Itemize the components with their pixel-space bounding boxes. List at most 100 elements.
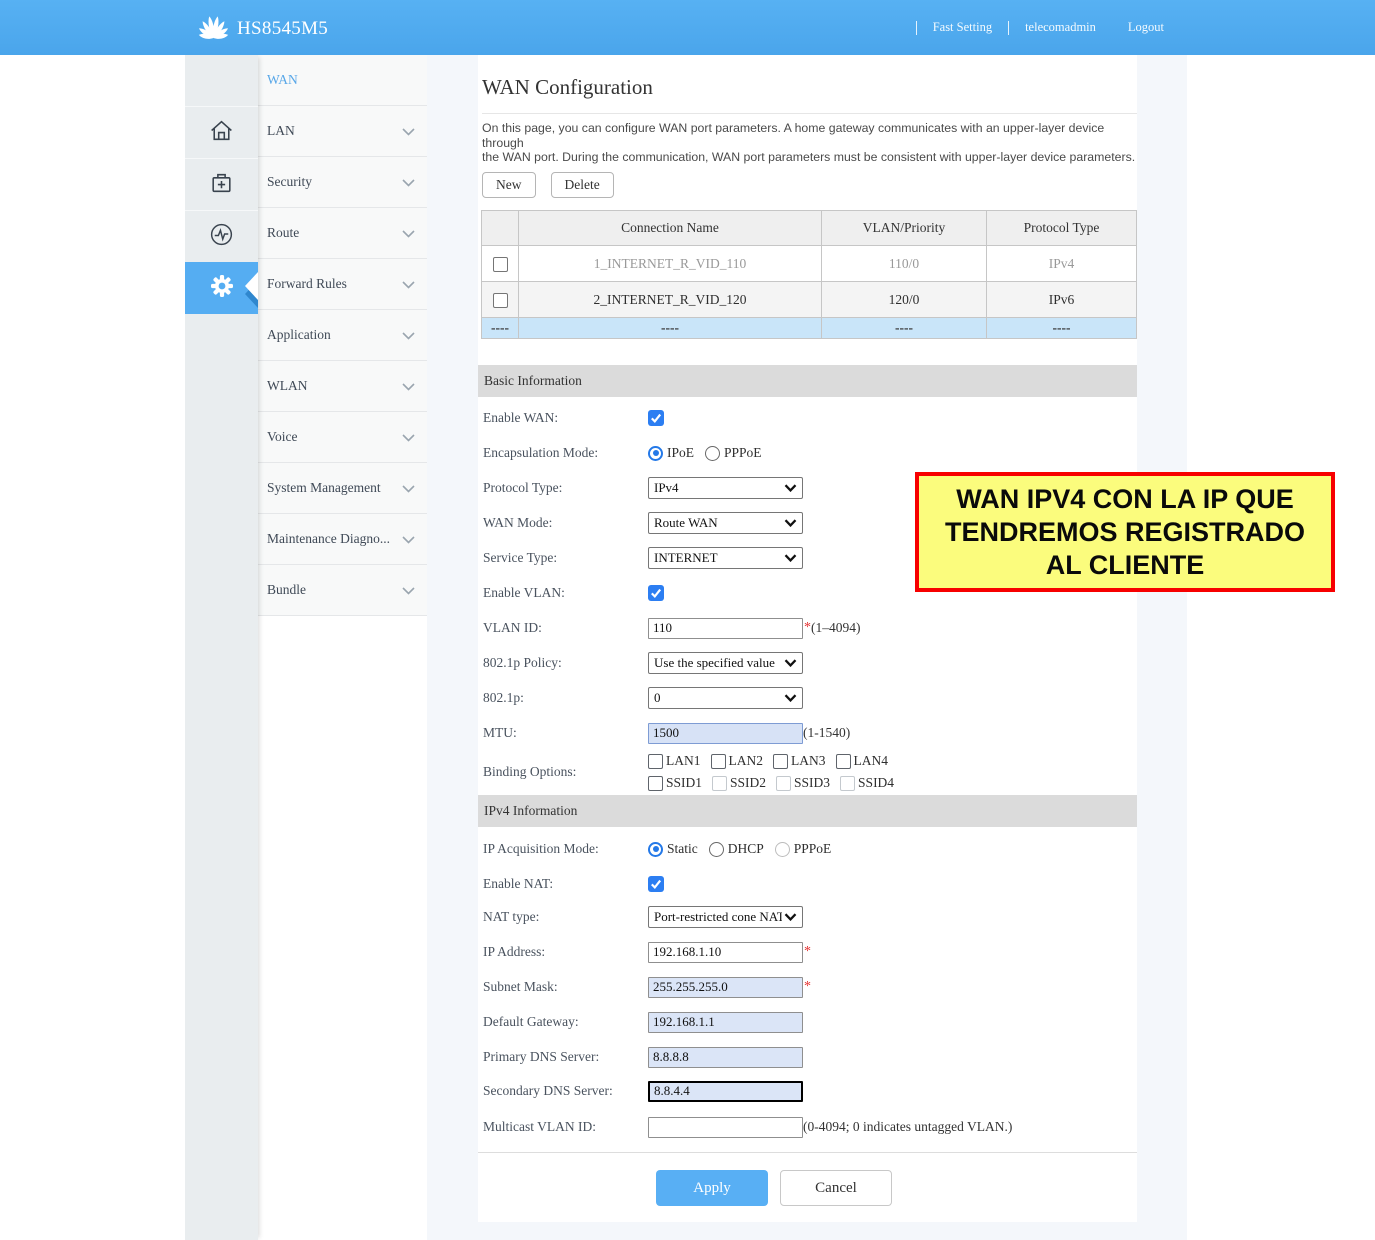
multicast-vlan-input[interactable]	[648, 1117, 803, 1138]
lan1-checkbox[interactable]	[648, 754, 663, 769]
field-8021p-policy: 802.1p Policy: Use the specified value	[478, 649, 1137, 677]
sidebar-item-maintenance-diagnose[interactable]: Maintenance Diagno...	[258, 514, 427, 565]
chevron-down-icon	[402, 123, 415, 141]
field-secondary-dns: Secondary DNS Server:	[478, 1077, 1137, 1105]
field-nat-type: NAT type: Port-restricted cone NAT	[478, 903, 1137, 931]
wan-mode-select[interactable]: Route WAN	[648, 512, 803, 534]
chevron-down-icon	[402, 174, 415, 192]
annotation-line: AL CLIENTE	[1046, 549, 1205, 582]
diagnose-nav-button[interactable]	[185, 210, 258, 262]
protocol-type-select[interactable]: IPv4	[648, 477, 803, 499]
app-header: HS8545M5 Fast Setting telecomadmin Logou…	[0, 0, 1375, 55]
enable-vlan-checkbox[interactable]	[648, 585, 664, 601]
select-chevron-icon	[784, 694, 797, 702]
required-asterisk: *	[804, 620, 811, 636]
home-nav-button[interactable]	[185, 106, 258, 158]
field-subnet-mask: Subnet Mask: *	[478, 973, 1137, 1001]
select-chevron-icon	[784, 659, 797, 667]
huawei-logo-icon	[197, 11, 230, 46]
header-nav: Fast Setting telecomadmin Logout	[916, 0, 1180, 55]
username-link[interactable]: telecomadmin	[1009, 20, 1112, 35]
subnet-mask-input[interactable]	[648, 977, 803, 998]
table-header-row: Connection Name VLAN/Priority Protocol T…	[482, 211, 1137, 246]
field-vlan-id: VLAN ID: * (1–4094)	[478, 614, 1137, 642]
select-chevron-icon	[784, 484, 797, 492]
sidebar-icon-rail	[185, 55, 258, 1240]
sidebar-item-bundle[interactable]: Bundle	[258, 565, 427, 616]
ssid3-checkbox[interactable]	[776, 776, 791, 791]
mtu-input[interactable]	[648, 723, 803, 744]
field-primary-dns: Primary DNS Server:	[478, 1043, 1137, 1071]
connection-name-header: Connection Name	[519, 211, 822, 246]
chevron-down-icon	[402, 378, 415, 396]
enable-wan-checkbox[interactable]	[648, 410, 664, 426]
field-enable-wan: Enable WAN:	[478, 404, 1137, 432]
chevron-down-icon	[402, 276, 415, 294]
connection-name-cell: 1_INTERNET_R_VID_110	[519, 246, 822, 282]
fast-setting-link[interactable]: Fast Setting	[917, 20, 1008, 35]
protocol-type-cell: IPv6	[987, 282, 1137, 318]
service-type-select[interactable]: INTERNET	[648, 547, 803, 569]
sidebar-item-forward-rules[interactable]: Forward Rules	[258, 259, 427, 310]
sidebar-item-wlan[interactable]: WLAN	[258, 361, 427, 412]
sidebar-item-route[interactable]: Route	[258, 208, 427, 259]
connection-name-cell: 2_INTERNET_R_VID_120	[519, 282, 822, 318]
pppoe-acquisition-radio[interactable]	[775, 842, 790, 857]
static-radio[interactable]	[648, 842, 663, 857]
8021p-policy-select[interactable]: Use the specified value	[648, 652, 803, 674]
8021p-select[interactable]: 0	[648, 687, 803, 709]
logout-link[interactable]: Logout	[1112, 20, 1180, 35]
enable-nat-checkbox[interactable]	[648, 876, 664, 892]
home-icon	[208, 117, 235, 149]
wan-configuration-panel: WAN Configuration On this page, you can …	[478, 55, 1137, 1222]
field-multicast-vlan-id: Multicast VLAN ID: (0-4094; 0 indicates …	[478, 1113, 1137, 1141]
sidebar-item-system-management[interactable]: System Management	[258, 463, 427, 514]
rail-spacer	[185, 55, 258, 106]
service-nav-button[interactable]	[185, 158, 258, 210]
field-encapsulation-mode: Encapsulation Mode: IPoE PPPoE	[478, 439, 1137, 467]
table-row: 1_INTERNET_R_VID_110 110/0 IPv4	[482, 246, 1137, 282]
lan2-checkbox[interactable]	[711, 754, 726, 769]
field-ip-address: IP Address: *	[478, 938, 1137, 966]
settings-nav-button[interactable]	[185, 262, 258, 314]
chevron-down-icon	[402, 582, 415, 600]
pppoe-radio[interactable]	[705, 446, 720, 461]
nat-type-select[interactable]: Port-restricted cone NAT	[648, 906, 803, 928]
ssid1-checkbox[interactable]	[648, 776, 663, 791]
default-gateway-input[interactable]	[648, 1012, 803, 1033]
wan-connections-table: Connection Name VLAN/Priority Protocol T…	[481, 210, 1137, 339]
table-row: 2_INTERNET_R_VID_120 120/0 IPv6	[482, 282, 1137, 318]
footer-divider	[478, 1152, 1137, 1153]
ssid4-checkbox[interactable]	[840, 776, 855, 791]
page-title: WAN Configuration	[482, 75, 653, 100]
ip-address-input[interactable]	[648, 942, 803, 963]
cancel-button[interactable]: Cancel	[780, 1170, 892, 1206]
delete-button[interactable]: Delete	[551, 172, 614, 198]
ssid2-checkbox[interactable]	[712, 776, 727, 791]
secondary-dns-input[interactable]	[648, 1081, 803, 1102]
dhcp-radio[interactable]	[709, 842, 724, 857]
lan3-checkbox[interactable]	[773, 754, 788, 769]
primary-dns-input[interactable]	[648, 1047, 803, 1068]
diagnose-wave-icon	[208, 221, 235, 253]
device-model-title: HS8545M5	[237, 18, 328, 40]
lan4-checkbox[interactable]	[836, 754, 851, 769]
vlan-priority-cell: 110/0	[822, 246, 987, 282]
annotation-callout: WAN IPV4 CON LA IP QUE TENDREMOS REGISTR…	[915, 472, 1335, 592]
row-checkbox[interactable]	[493, 257, 508, 272]
sidebar-item-security[interactable]: Security	[258, 157, 427, 208]
new-button[interactable]: New	[482, 172, 536, 198]
annotation-line: TENDREMOS REGISTRADO	[945, 516, 1305, 549]
sidebar-item-lan[interactable]: LAN	[258, 106, 427, 157]
protocol-type-cell: IPv4	[987, 246, 1137, 282]
sidebar-item-application[interactable]: Application	[258, 310, 427, 361]
apply-button[interactable]: Apply	[656, 1170, 768, 1206]
ipoe-radio[interactable]	[648, 446, 663, 461]
vlan-id-input[interactable]	[648, 618, 803, 639]
sidebar-menu: WAN LAN Security Route Forward Rules App…	[258, 55, 427, 616]
row-checkbox[interactable]	[493, 293, 508, 308]
sidebar-item-voice[interactable]: Voice	[258, 412, 427, 463]
sidebar-item-wan[interactable]: WAN	[258, 55, 427, 106]
vlan-priority-cell: 120/0	[822, 282, 987, 318]
ipv4-information-section-header: IPv4 Information	[478, 795, 1137, 827]
